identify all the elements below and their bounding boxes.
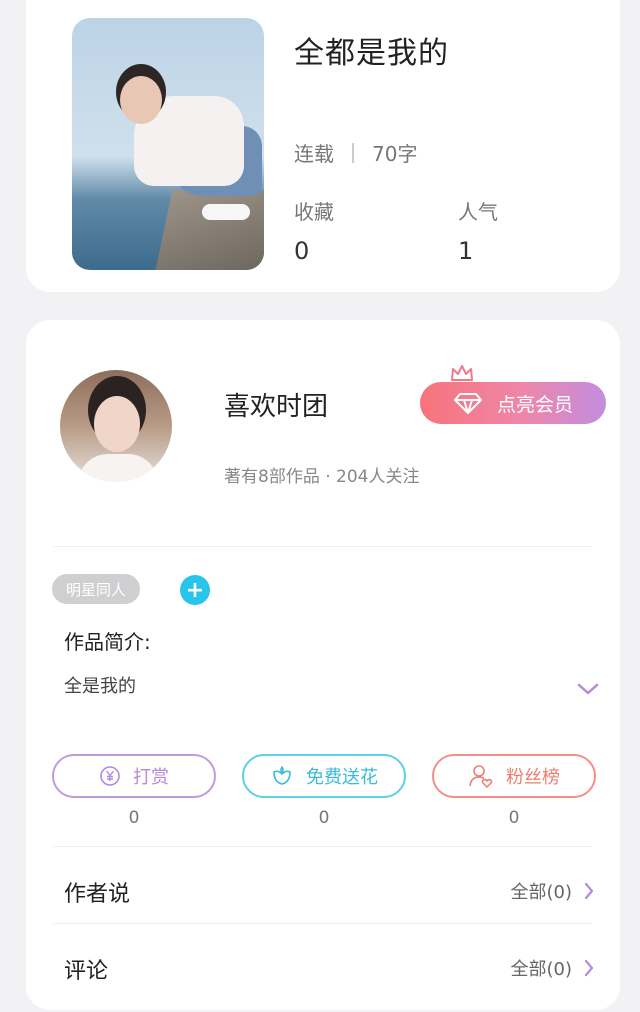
cover-rock — [155, 190, 264, 270]
fan-user-icon — [469, 765, 493, 789]
cover-person-head — [120, 76, 162, 124]
favorites-value: 0 — [294, 237, 310, 265]
divider — [54, 923, 592, 924]
book-status-row: 连载 70字 — [294, 138, 417, 167]
author-says-count: 全部(0) — [510, 882, 573, 903]
author-meta: 著有8部作品 · 204人关注 — [224, 467, 420, 487]
chevron-right-icon — [584, 882, 594, 900]
status-divider — [352, 142, 354, 163]
book-cover-image[interactable] — [72, 18, 264, 270]
add-tag-button[interactable]: + — [180, 575, 210, 605]
popularity-value: 1 — [458, 237, 474, 265]
author-name[interactable]: 喜欢时团 — [224, 386, 328, 423]
send-flower-label: 免费送花 — [306, 767, 378, 788]
author-says-label: 作者说 — [64, 882, 131, 907]
avatar-shirt — [78, 454, 158, 482]
favorites-label: 收藏 — [294, 200, 334, 224]
avatar-face — [94, 396, 140, 452]
flower-count: 0 — [318, 808, 330, 828]
yen-coin-icon — [100, 766, 120, 786]
author-work-card: 喜欢时团 著有8部作品 · 204人关注 点亮会员 明星同人 + 作品简介: 全… — [26, 320, 620, 1010]
work-tag[interactable]: 明星同人 — [52, 574, 141, 604]
diamond-icon — [453, 393, 482, 414]
comments-label: 评论 — [64, 959, 109, 984]
word-count: 70字 — [372, 142, 418, 166]
book-info-card: 全都是我的 连载 70字 收藏 0 人气 1 — [26, 0, 620, 292]
favorites-stat: 收藏 0 — [294, 196, 334, 265]
author-avatar[interactable] — [60, 370, 172, 482]
vip-button-label: 点亮会员 — [496, 393, 573, 416]
cover-person-shoe — [202, 204, 250, 220]
crown-icon — [451, 365, 473, 381]
chevron-right-icon — [584, 959, 594, 977]
book-title: 全都是我的 — [294, 36, 449, 71]
popularity-label: 人气 — [458, 200, 498, 224]
send-flower-button[interactable]: 免费送花 — [242, 754, 406, 798]
intro-label: 作品简介: — [64, 630, 151, 654]
comments-count: 全部(0) — [510, 959, 573, 980]
serial-status: 连载 — [294, 142, 334, 166]
flower-icon — [273, 766, 291, 785]
intro-text: 全是我的 — [64, 676, 136, 697]
vip-button[interactable]: 点亮会员 — [420, 382, 606, 424]
author-says-all-link[interactable]: 全部(0) — [511, 878, 595, 904]
reward-button[interactable]: 打赏 — [52, 754, 216, 798]
popularity-stat: 人气 1 — [458, 196, 498, 265]
fan-ranking-button[interactable]: 粉丝榜 — [432, 754, 596, 798]
fan-ranking-label: 粉丝榜 — [506, 767, 560, 788]
reward-count: 0 — [128, 808, 140, 828]
divider — [54, 846, 592, 847]
fans-count: 0 — [508, 808, 520, 828]
reward-label: 打赏 — [133, 767, 169, 788]
plus-icon: + — [185, 577, 205, 603]
comments-all-link[interactable]: 全部(0) — [511, 955, 595, 981]
chevron-down-icon[interactable] — [576, 682, 600, 696]
divider — [54, 546, 592, 547]
